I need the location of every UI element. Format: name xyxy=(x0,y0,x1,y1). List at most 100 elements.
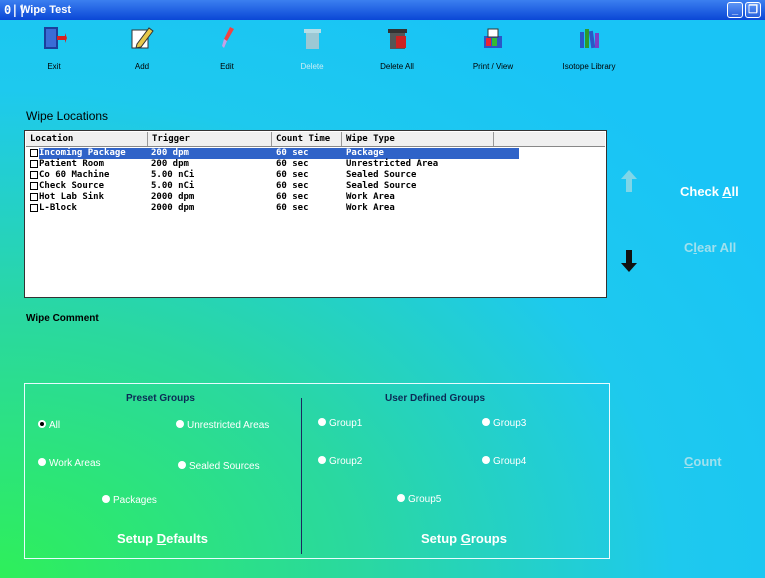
cell-wipe-type: Sealed Source xyxy=(346,170,417,180)
cell-trigger: 200 dpm xyxy=(151,159,189,169)
radio-all-label: All xyxy=(49,420,61,431)
cell-count-time: 60 sec xyxy=(276,203,309,213)
radio-dot xyxy=(38,420,46,429)
cell-trigger: 200 dpm xyxy=(151,148,189,158)
row-checkbox[interactable] xyxy=(30,160,38,168)
check-all-text-end: ll xyxy=(731,184,739,199)
radio-group3-label: Group3 xyxy=(493,418,527,429)
setup-defaults-button[interactable]: Setup Defaults xyxy=(117,531,208,546)
cell-trigger: 5.00 nCi xyxy=(151,170,195,180)
wipe-test-window: 0|| Wipe Test _ ❐ Exit Add Edit Delete D… xyxy=(0,0,765,578)
add-button[interactable]: Add xyxy=(102,24,182,71)
cell-count-time: 60 sec xyxy=(276,170,309,180)
radio-group4-label: Group4 xyxy=(493,456,527,467)
radio-dot xyxy=(102,495,110,504)
setup-groups-text-end: roups xyxy=(470,531,507,546)
cell-location: L-Block xyxy=(39,203,77,213)
radio-unrestricted-label: Unrestricted Areas xyxy=(187,420,270,431)
isotope-library-label: Isotope Library xyxy=(562,62,616,71)
setup-defaults-hotkey: D xyxy=(156,531,167,546)
radio-dot xyxy=(176,420,184,429)
isotope-library-button[interactable]: Isotope Library xyxy=(549,24,629,71)
radio-dot xyxy=(482,418,490,427)
edit-button[interactable]: Edit xyxy=(187,24,267,71)
title-bar: 0|| Wipe Test _ ❐ xyxy=(0,0,765,20)
cell-trigger: 2000 dpm xyxy=(151,203,195,213)
cell-trigger: 5.00 nCi xyxy=(151,181,195,191)
radio-work-areas[interactable]: Work Areas xyxy=(38,458,101,470)
setup-defaults-text-end: efaults xyxy=(166,531,209,546)
row-checkbox[interactable] xyxy=(30,204,38,212)
radio-all[interactable]: All xyxy=(38,420,60,432)
radio-packages[interactable]: Packages xyxy=(102,495,157,507)
radio-group5-label: Group5 xyxy=(408,494,442,505)
check-all-hotkey: A xyxy=(722,184,732,199)
move-down-arrow-icon[interactable] xyxy=(621,250,637,272)
radio-unrestricted-areas[interactable]: Unrestricted Areas xyxy=(176,420,269,432)
wipe-locations-list[interactable]: Location Trigger Count Time Wipe Type In… xyxy=(24,130,607,298)
cell-wipe-type: Unrestricted Area xyxy=(346,159,439,169)
brush-icon xyxy=(222,27,234,48)
delete-label: Delete xyxy=(300,62,324,71)
count-hotkey: C xyxy=(684,454,694,469)
restore-button[interactable]: ❐ xyxy=(745,2,761,18)
count-button[interactable]: Count xyxy=(684,454,722,469)
clear-all-text-end: ear All xyxy=(697,240,737,255)
cell-location: Co 60 Machine xyxy=(39,170,110,180)
column-header-count-time[interactable]: Count Time xyxy=(272,132,342,146)
delete-button[interactable]: Delete xyxy=(272,24,352,71)
radio-dot xyxy=(318,418,326,427)
radio-dot xyxy=(318,456,326,465)
exit-label: Exit xyxy=(47,62,61,71)
radio-group1-label: Group1 xyxy=(329,418,363,429)
check-all-button[interactable]: Check All xyxy=(680,184,739,199)
cell-count-time: 60 sec xyxy=(276,181,309,191)
radio-dot xyxy=(38,458,46,467)
radio-work-areas-label: Work Areas xyxy=(49,458,101,469)
cell-location: Incoming Package xyxy=(39,148,126,158)
list-header: Location Trigger Count Time Wipe Type xyxy=(26,132,605,147)
groups-panel xyxy=(24,383,610,559)
edit-label: Edit xyxy=(220,62,234,71)
exit-button[interactable]: Exit xyxy=(14,24,94,71)
column-header-trigger[interactable]: Trigger xyxy=(148,132,272,146)
delete-all-button[interactable]: Delete All xyxy=(357,24,437,71)
radio-group5[interactable]: Group5 xyxy=(397,494,441,506)
exit-door-icon xyxy=(44,27,67,49)
check-all-text: Check xyxy=(680,184,723,199)
cell-location: Check Source xyxy=(39,181,105,191)
radio-group1[interactable]: Group1 xyxy=(318,418,362,430)
clear-all-text: C xyxy=(684,240,694,255)
cell-wipe-type: Work Area xyxy=(346,203,395,213)
move-up-arrow-icon[interactable] xyxy=(621,170,637,192)
radio-sealed-sources[interactable]: Sealed Sources xyxy=(178,461,260,473)
printer-icon xyxy=(484,28,502,48)
radio-group2[interactable]: Group2 xyxy=(318,456,362,468)
trash-can-full-icon xyxy=(388,29,407,49)
row-checkbox[interactable] xyxy=(30,193,38,201)
column-header-location[interactable]: Location xyxy=(26,132,148,146)
radio-packages-label: Packages xyxy=(113,495,157,506)
setup-groups-button[interactable]: Setup Groups xyxy=(421,531,507,546)
clear-all-button[interactable]: Clear All xyxy=(684,240,736,255)
radio-dot xyxy=(178,461,186,470)
row-checkbox[interactable] xyxy=(30,182,38,190)
row-checkbox[interactable] xyxy=(30,149,38,157)
radio-dot xyxy=(482,456,490,465)
count-text: ount xyxy=(693,454,722,469)
print-view-button[interactable]: Print / View xyxy=(453,24,533,71)
row-checkbox[interactable] xyxy=(30,171,38,179)
delete-all-label: Delete All xyxy=(380,62,414,71)
app-icon: 0|| xyxy=(4,3,26,17)
radio-group3[interactable]: Group3 xyxy=(482,418,526,430)
groups-divider xyxy=(301,398,302,554)
window-title: Wipe Test xyxy=(20,4,72,16)
user-groups-title: User Defined Groups xyxy=(385,393,486,404)
cell-location: Hot Lab Sink xyxy=(39,192,105,202)
radio-group4[interactable]: Group4 xyxy=(482,456,526,468)
cell-wipe-type: Work Area xyxy=(346,192,395,202)
column-header-wipe-type[interactable]: Wipe Type xyxy=(342,132,494,146)
add-label: Add xyxy=(134,62,150,71)
minimize-button[interactable]: _ xyxy=(727,2,743,18)
cell-wipe-type: Sealed Source xyxy=(346,181,417,191)
